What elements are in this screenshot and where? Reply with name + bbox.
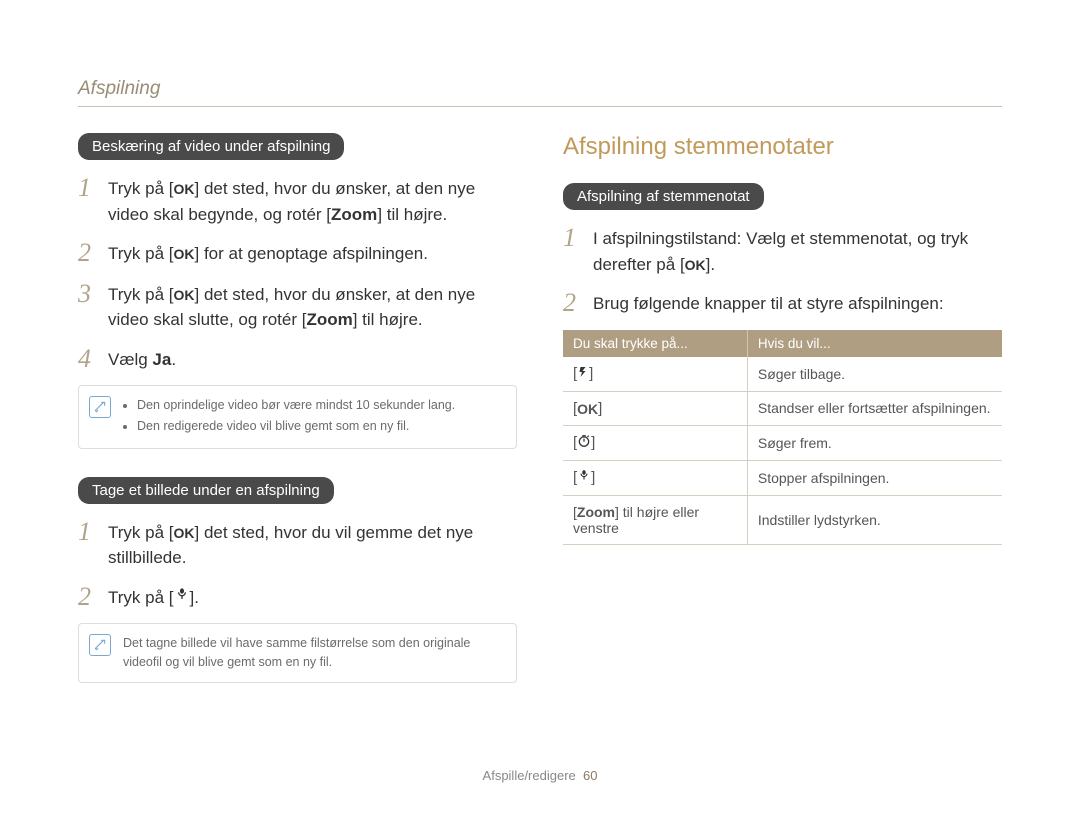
page-header: Afspilning: [78, 78, 1002, 107]
cell-desc: Søger frem.: [747, 425, 1002, 460]
right-column: Afspilning stemmenotater Afspilning af s…: [563, 133, 1002, 711]
section-title: Afspilning stemmenotater: [563, 133, 1002, 161]
controls-table: Du skal trykke på... Hvis du vil... [] S…: [563, 330, 1002, 545]
footer-section: Afspille/redigere: [483, 768, 576, 783]
ok-icon: OK: [174, 285, 195, 306]
step-number: 1: [78, 518, 96, 547]
step-number: 1: [563, 224, 581, 253]
step-number: 2: [78, 239, 96, 268]
step-number: 1: [78, 174, 96, 203]
step-1: 1 Tryk på [OK] det sted, hvor du vil gem…: [78, 518, 517, 571]
table-header-key: Du skal trykke på...: [563, 330, 747, 357]
step-text: Tryk på [OK] for at genoptage afspilning…: [108, 239, 428, 267]
step-text: Vælg Ja.: [108, 345, 176, 373]
macro-icon: [577, 469, 591, 487]
timer-icon: [577, 434, 591, 452]
text: ] for at genoptage afspilningen.: [195, 244, 428, 263]
cell-desc: Standser eller fortsætter afspilningen.: [747, 391, 1002, 425]
text: Tryk på [: [108, 588, 174, 607]
text: Tryk på [: [108, 244, 174, 263]
ok-icon: OK: [577, 401, 598, 417]
table-row: [OK] Standser eller fortsætter afspilnin…: [563, 391, 1002, 425]
note-text: Det tagne billede vil have samme filstør…: [123, 636, 470, 669]
cell-key: [Zoom] til højre eller venstre: [563, 495, 747, 544]
zoom-label: Zoom: [331, 205, 377, 224]
step-text: Tryk på [OK] det sted, hvor du ønsker, a…: [108, 280, 517, 333]
step-text: Brug følgende knapper til at styre afspi…: [593, 289, 944, 317]
step-4: 4 Vælg Ja.: [78, 345, 517, 374]
cell-key: []: [563, 357, 747, 392]
step-1: 1 I afspilningstilstand: Vælg et stemmen…: [563, 224, 1002, 277]
macro-icon: [174, 585, 190, 611]
pill-voice-memo: Afspilning af stemmenotat: [563, 183, 764, 210]
text: Tryk på [: [108, 523, 174, 542]
page-number: 60: [583, 768, 597, 783]
text: Vælg: [108, 350, 152, 369]
table-header-action: Hvis du vil...: [747, 330, 1002, 357]
step-2: 2 Tryk på [OK] for at genoptage afspilni…: [78, 239, 517, 268]
step-text: Tryk på [OK] det sted, hvor du ønsker, a…: [108, 174, 517, 227]
ok-icon: OK: [174, 523, 195, 544]
table-row: [Zoom] til højre eller venstre Indstille…: [563, 495, 1002, 544]
text: ] til højre.: [353, 310, 423, 329]
step-number: 2: [78, 583, 96, 612]
cell-desc: Stopper afspilningen.: [747, 460, 1002, 495]
cell-key: []: [563, 425, 747, 460]
table-row: [] Søger frem.: [563, 425, 1002, 460]
note-box: Den oprindelige video bør være mindst 10…: [78, 385, 517, 449]
text: ] til højre.: [377, 205, 447, 224]
pill-capture-image: Tage et billede under en afspilning: [78, 477, 334, 504]
note-icon: [89, 634, 111, 656]
zoom-label: Zoom: [306, 310, 352, 329]
cell-desc: Indstiller lydstyrken.: [747, 495, 1002, 544]
text: .: [171, 350, 176, 369]
text: Tryk på [: [108, 179, 174, 198]
flash-icon: [577, 365, 589, 383]
ok-icon: OK: [685, 255, 706, 276]
table-row: [] Søger tilbage.: [563, 357, 1002, 392]
step-1: 1 Tryk på [OK] det sted, hvor du ønsker,…: [78, 174, 517, 227]
note-box: Det tagne billede vil have samme filstør…: [78, 623, 517, 683]
step-number: 2: [563, 289, 581, 318]
ok-icon: OK: [174, 179, 195, 200]
left-column: Beskæring af video under afspilning 1 Tr…: [78, 133, 517, 711]
note-item: Den redigerede video vil blive gemt som …: [137, 417, 504, 436]
cell-key: [OK]: [563, 391, 747, 425]
step-number: 3: [78, 280, 96, 309]
text: I afspilningstilstand: Vælg et stemmenot…: [593, 229, 968, 274]
content-columns: Beskæring af video under afspilning 1 Tr…: [78, 133, 1002, 711]
table-row: [] Stopper afspilningen.: [563, 460, 1002, 495]
cell-key: []: [563, 460, 747, 495]
note-item: Den oprindelige video bør være mindst 10…: [137, 396, 504, 415]
step-number: 4: [78, 345, 96, 374]
step-text: Tryk på [].: [108, 583, 199, 611]
text: ].: [190, 588, 199, 607]
page-footer: Afspille/redigere 60: [0, 768, 1080, 783]
text: Tryk på [: [108, 285, 174, 304]
step-2: 2 Tryk på [].: [78, 583, 517, 612]
step-3: 3 Tryk på [OK] det sted, hvor du ønsker,…: [78, 280, 517, 333]
step-2: 2 Brug følgende knapper til at styre afs…: [563, 289, 1002, 318]
ja-label: Ja: [152, 350, 171, 369]
step-text: Tryk på [OK] det sted, hvor du vil gemme…: [108, 518, 517, 571]
ok-icon: OK: [174, 244, 195, 265]
note-icon: [89, 396, 111, 418]
cell-desc: Søger tilbage.: [747, 357, 1002, 392]
step-text: I afspilningstilstand: Vælg et stemmenot…: [593, 224, 1002, 277]
pill-trim-video: Beskæring af video under afspilning: [78, 133, 344, 160]
text: ].: [706, 255, 715, 274]
zoom-label: Zoom: [577, 504, 615, 520]
